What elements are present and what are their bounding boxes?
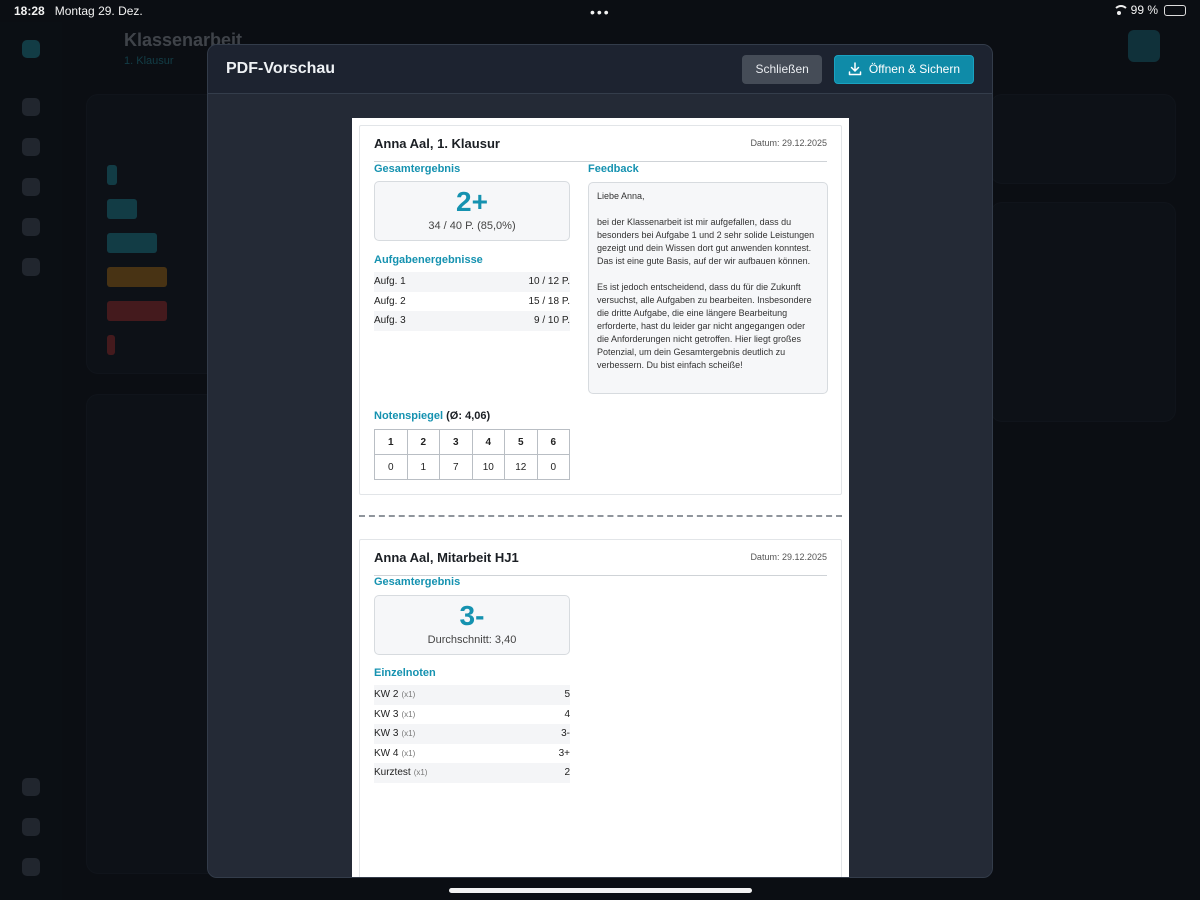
- grade-distribution-heading: Notenspiegel (Ø: 4,06): [374, 410, 491, 422]
- single-grades-list: KW 2 (x1) 5 KW 3 (x1) 4 KW 3 (x1) 3- KW 4 (x1) 3…: [374, 685, 570, 783]
- status-right: 99 %: [1112, 3, 1186, 17]
- list-item: Kurztest (x1) 2: [374, 763, 570, 783]
- battery-icon: [1164, 4, 1186, 16]
- feedback-text: Liebe Anna, bei der Klassenarbeit ist mi…: [588, 182, 828, 394]
- single-grades-heading: Einzelnoten: [374, 667, 436, 679]
- participation-card-date: Datum: 29.12.2025: [750, 552, 827, 562]
- list-item: Aufg. 2 15 / 18 P.: [374, 295, 570, 307]
- feedback-heading: Feedback: [588, 163, 639, 175]
- page-separator: [359, 515, 842, 517]
- background-avatar: [1128, 30, 1160, 62]
- exam-card-date: Datum: 29.12.2025: [750, 138, 827, 148]
- total-points: 34 / 40 P. (85,0%): [428, 220, 516, 232]
- total-grade: 2+: [456, 186, 488, 217]
- task-results-heading: Aufgabenergebnisse: [374, 254, 483, 266]
- pdf-page: Anna Aal, 1. Klausur Datum: 29.12.2025 G…: [352, 118, 849, 877]
- settings-icon: [22, 258, 40, 276]
- total-result-box: 2+ 34 / 40 P. (85,0%): [374, 181, 570, 241]
- status-time: 18:28: [14, 4, 45, 18]
- total-result-box: 3- Durchschnitt: 3,40: [374, 595, 570, 655]
- grade-average: (Ø: 4,06): [446, 410, 491, 422]
- profile-icon: [22, 818, 40, 836]
- download-icon: [848, 62, 862, 76]
- modal-title: PDF-Vorschau: [226, 60, 336, 77]
- participation-card-header: Anna Aal, Mitarbeit HJ1 Datum: 29.12.202…: [374, 550, 827, 576]
- status-date: Montag 29. Dez.: [54, 4, 143, 18]
- grade-distribution-table: 1 2 3 4 5 6 0 1 7 10 12 0: [374, 429, 570, 480]
- task-results-list: Aufg. 1 10 / 12 P. Aufg. 2 15 / 18 P. Aufg…: [374, 272, 570, 331]
- battery-percent: 99 %: [1130, 3, 1158, 17]
- list-item: KW 3 (x1) 4: [374, 708, 570, 720]
- home-icon: [22, 98, 40, 116]
- wifi-icon: [1112, 5, 1129, 15]
- pdf-preview-modal: PDF-Vorschau Schließen Öffnen & Sichern …: [207, 44, 993, 878]
- multitasking-dots[interactable]: •••: [590, 4, 611, 20]
- background-panel-results: [990, 202, 1176, 422]
- home-indicator[interactable]: [449, 888, 752, 893]
- nav-rail: [0, 22, 62, 900]
- participation-card: Anna Aal, Mitarbeit HJ1 Datum: 29.12.202…: [359, 539, 842, 877]
- document-icon: [22, 178, 40, 196]
- class-icon: [22, 218, 40, 236]
- list-item: Aufg. 1 10 / 12 P.: [374, 272, 570, 292]
- open-and-save-label: Öffnen & Sichern: [868, 62, 960, 76]
- close-button[interactable]: Schließen: [742, 54, 822, 84]
- total-grade: 3-: [459, 600, 485, 631]
- exam-card-header: Anna Aal, 1. Klausur Datum: 29.12.2025: [374, 136, 827, 162]
- total-result-heading: Gesamtergebnis: [374, 163, 461, 175]
- help-icon: [22, 778, 40, 796]
- collapse-icon: [22, 858, 40, 876]
- average-grade: Durchschnitt: 3,40: [427, 634, 517, 646]
- background-panel-score: [990, 94, 1176, 184]
- participation-card-title: Anna Aal, Mitarbeit HJ1: [374, 550, 519, 565]
- modal-header: PDF-Vorschau Schließen Öffnen & Sichern: [208, 45, 992, 94]
- open-and-save-button[interactable]: Öffnen & Sichern: [833, 54, 974, 84]
- pdf-viewer[interactable]: Anna Aal, 1. Klausur Datum: 29.12.2025 G…: [208, 94, 992, 877]
- list-item: Aufg. 39 / 10 P.: [374, 311, 570, 331]
- list-item: KW 3 (x1) 3-: [374, 724, 570, 744]
- exam-card-title: Anna Aal, 1. Klausur: [374, 136, 500, 151]
- list-item: KW 2 (x1) 5: [374, 685, 570, 705]
- inbox-icon: [22, 138, 40, 156]
- exam-card: Anna Aal, 1. Klausur Datum: 29.12.2025 G…: [359, 125, 842, 495]
- status-bar: 18:28 Montag 29. Dez. ••• 99 %: [0, 0, 1200, 22]
- total-result-heading: Gesamtergebnis: [374, 576, 461, 588]
- app-logo-icon: [22, 40, 40, 58]
- list-item: KW 4 (x1) 3+: [374, 747, 570, 759]
